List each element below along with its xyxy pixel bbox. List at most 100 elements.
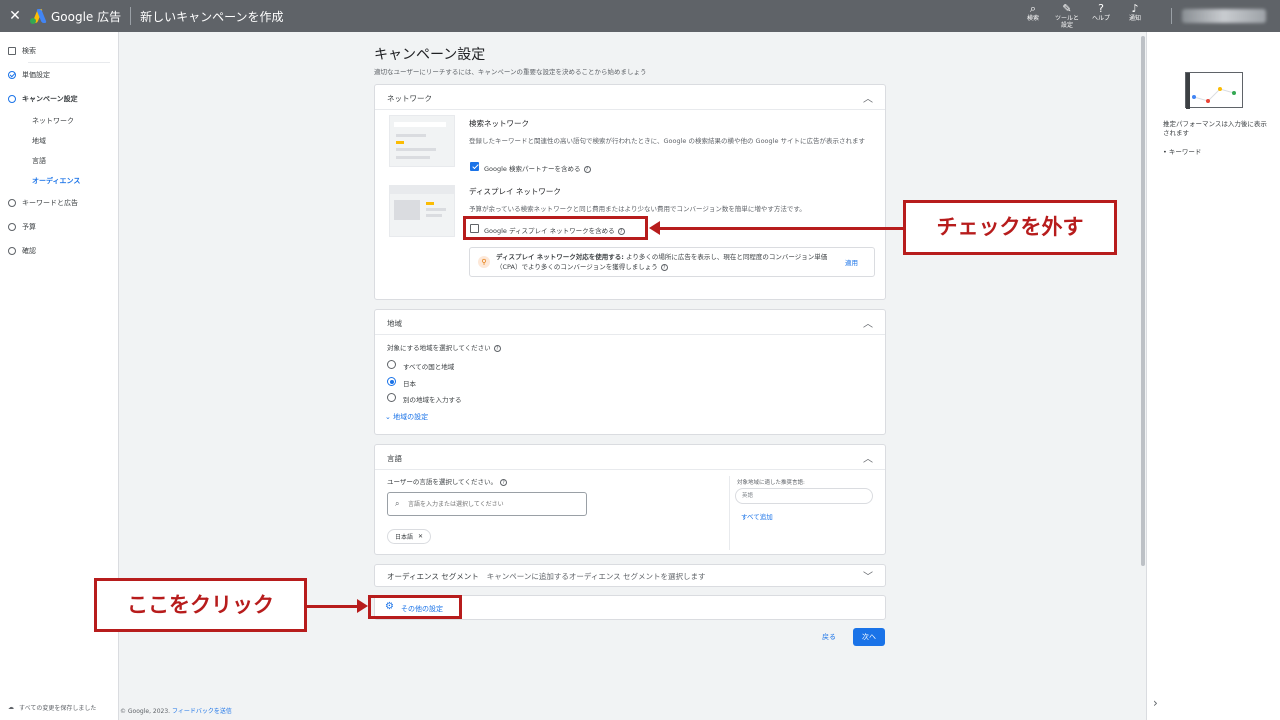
search-partner-label: Google 検索パートナーを含める? <box>484 163 591 173</box>
next-button[interactable]: 次へ <box>853 628 885 646</box>
region-prompt: 対象にする地域を選択してください? <box>387 342 501 352</box>
footer: © Google, 2023. フィードバックを送信 <box>120 708 232 715</box>
search-partner-checkbox[interactable] <box>470 162 479 171</box>
sidebar-item-label: 予算 <box>22 223 36 231</box>
suggested-language-chip[interactable]: 英語 <box>735 488 873 504</box>
divider <box>1171 8 1172 24</box>
annotation-click-here-label: ここをクリック <box>94 578 307 632</box>
check-circle-icon <box>8 71 16 79</box>
sidebar-subitem-network[interactable]: ネットワーク <box>32 116 74 126</box>
sidebar-item-search[interactable]: 検索 <box>8 46 36 56</box>
region-option-label: 別の地域を入力する <box>403 396 462 404</box>
circle-icon <box>8 247 16 255</box>
add-all-link[interactable]: すべて追加 <box>741 511 773 521</box>
card-header: 地域 <box>387 319 402 328</box>
card-header: 言語 <box>387 454 402 463</box>
notifications-button[interactable]: ♪ 通知 <box>1118 2 1152 30</box>
suggested-language-label: 対象地域に適した推奨言語: <box>737 480 805 486</box>
network-card: ネットワーク ︿ 検索ネットワーク 登録したキーワードと関連性の高い語句で検索が… <box>374 84 886 300</box>
region-radio-other[interactable] <box>387 393 396 402</box>
display-network-title: ディスプレイ ネットワーク <box>469 187 561 196</box>
sidebar-item-review[interactable]: 確認 <box>8 246 36 256</box>
annotation-highlight-display-checkbox <box>463 216 648 240</box>
brand-name: Google 広告 <box>51 9 122 24</box>
audience-card[interactable]: オーディエンス セグメント キャンペーンに追加するオーディエンス セグメントを選択… <box>374 564 886 587</box>
feedback-link[interactable]: フィードバックを送信 <box>172 708 232 715</box>
performance-note: 推定パフォーマンスは入力後に表示されます <box>1163 120 1267 138</box>
back-button[interactable]: 戻る <box>822 632 836 642</box>
card-header: ネットワーク <box>387 94 432 103</box>
divider <box>729 476 730 550</box>
chip-label: 日本語 <box>395 534 414 541</box>
section-title: キャンペーン設定 <box>374 47 486 63</box>
divider <box>375 109 885 110</box>
section-subtitle: 適切なユーザーにリーチするには、キャンペーンの重要な設定を決めることから始めまし… <box>374 68 647 76</box>
chevron-up-icon[interactable]: ︿ <box>863 315 873 330</box>
account-info[interactable] <box>1182 9 1266 23</box>
sidebar-subitem-region[interactable]: 地域 <box>32 136 46 146</box>
top-bar: ✕ Google 広告 新しいキャンペーンを作成 ⌕ 検索 ✎ ツールと 設定 ? ヘル… <box>0 0 1280 32</box>
divider <box>375 469 885 470</box>
search-label: 検索 <box>1026 15 1039 22</box>
region-settings-link[interactable]: ⌄ 地域の設定 <box>385 412 428 422</box>
card-header: オーディエンス セグメント キャンペーンに追加するオーディエンス セグメントを選択… <box>387 572 706 581</box>
help-icon: ? <box>493 344 501 352</box>
right-panel: 推定パフォーマンスは入力後に表示されます • キーワード › <box>1146 32 1280 720</box>
performance-bullet: • キーワード <box>1163 148 1202 156</box>
sidebar-item-label: 検索 <box>22 47 36 55</box>
sidebar-item-keywords-ads[interactable]: キーワードと広告 <box>8 198 78 208</box>
cloud-check-icon: ☁ <box>8 704 14 711</box>
close-icon[interactable]: ✕ <box>418 533 423 540</box>
sidebar-item-label: 単価設定 <box>22 71 50 79</box>
search-network-desc: 登録したキーワードと関連性の高い語句で検索が行われたときに、Google の検索… <box>469 137 866 145</box>
display-network-desc: 予算が余っている検索ネットワークと同じ費用またはより少ない費用でコンバージョン数… <box>469 205 806 213</box>
display-network-illustration <box>389 185 455 237</box>
chevron-down-icon[interactable]: ﹀ <box>863 568 873 583</box>
help-icon: ? <box>499 478 507 486</box>
region-radio-japan[interactable] <box>387 377 396 386</box>
apply-button[interactable]: 適用 <box>845 257 858 267</box>
sidebar-subitem-language[interactable]: 言語 <box>32 156 46 166</box>
help-icon: ? <box>660 263 668 271</box>
help-icon: ? <box>583 165 591 173</box>
search-button[interactable]: ⌕ 検索 <box>1016 2 1050 30</box>
top-icons: ⌕ 検索 ✎ ツールと 設定 ? ヘルプ ♪ 通知 <box>1016 2 1152 30</box>
divider <box>375 334 885 335</box>
recommendation-box: ⚲ ディスプレイ ネットワーク対応を使用する: より多くの場所に広告を表示し、現… <box>469 247 875 277</box>
search-step-icon <box>8 47 16 55</box>
performance-chart-icon <box>1185 72 1243 109</box>
circle-icon <box>8 199 16 207</box>
divider <box>130 7 132 25</box>
close-icon[interactable]: ✕ <box>0 8 30 24</box>
annotation-arrow <box>658 227 905 230</box>
chevron-right-icon[interactable]: › <box>1153 696 1158 710</box>
region-option-label: すべての国と地域 <box>403 363 455 371</box>
sidebar-item-campaign-settings[interactable]: キャンペーン設定 <box>8 94 78 104</box>
language-chip[interactable]: 日本語 ✕ <box>387 529 432 544</box>
chevron-up-icon[interactable]: ︿ <box>863 90 873 105</box>
help-button[interactable]: ? ヘルプ <box>1084 2 1118 30</box>
divider <box>28 62 110 63</box>
arrow-right-icon <box>357 599 368 613</box>
chevron-up-icon[interactable]: ︿ <box>863 450 873 465</box>
sidebar-item-label: キャンペーン設定 <box>22 95 78 103</box>
language-search[interactable]: ⌕ <box>387 492 587 516</box>
sidebar-subitem-audience[interactable]: オーディエンス <box>32 176 80 186</box>
scrollbar[interactable] <box>1141 36 1145 566</box>
region-radio-all[interactable] <box>387 360 396 369</box>
sidebar-item-budget[interactable]: 予算 <box>8 222 36 232</box>
annotation-highlight-other-settings <box>368 595 462 619</box>
google-ads-logo-icon <box>30 9 47 24</box>
save-status-text: すべての変更を保存しました <box>19 705 97 712</box>
circle-icon <box>8 95 16 103</box>
tools-button[interactable]: ✎ ツールと 設定 <box>1050 2 1084 30</box>
recommendation-text: ディスプレイ ネットワーク対応を使用する: より多くの場所に広告を表示し、現在と… <box>496 253 828 272</box>
sidebar-item-label: 確認 <box>22 247 36 255</box>
tools-label: ツールと 設定 <box>1054 15 1079 29</box>
region-card: 地域 ︿ 対象にする地域を選択してください? すべての国と地域 日本 別の地域を… <box>374 309 886 435</box>
sidebar-item-bidding[interactable]: 単価設定 <box>8 70 50 80</box>
help-label: ヘルプ <box>1091 15 1110 22</box>
save-status: ☁ すべての変更を保存しました <box>8 703 96 712</box>
language-card: 言語 ︿ ユーザーの言語を選択してください。? ⌕ 日本語 ✕ 対象地域に適した推… <box>374 444 886 555</box>
language-search-input[interactable] <box>408 498 578 510</box>
